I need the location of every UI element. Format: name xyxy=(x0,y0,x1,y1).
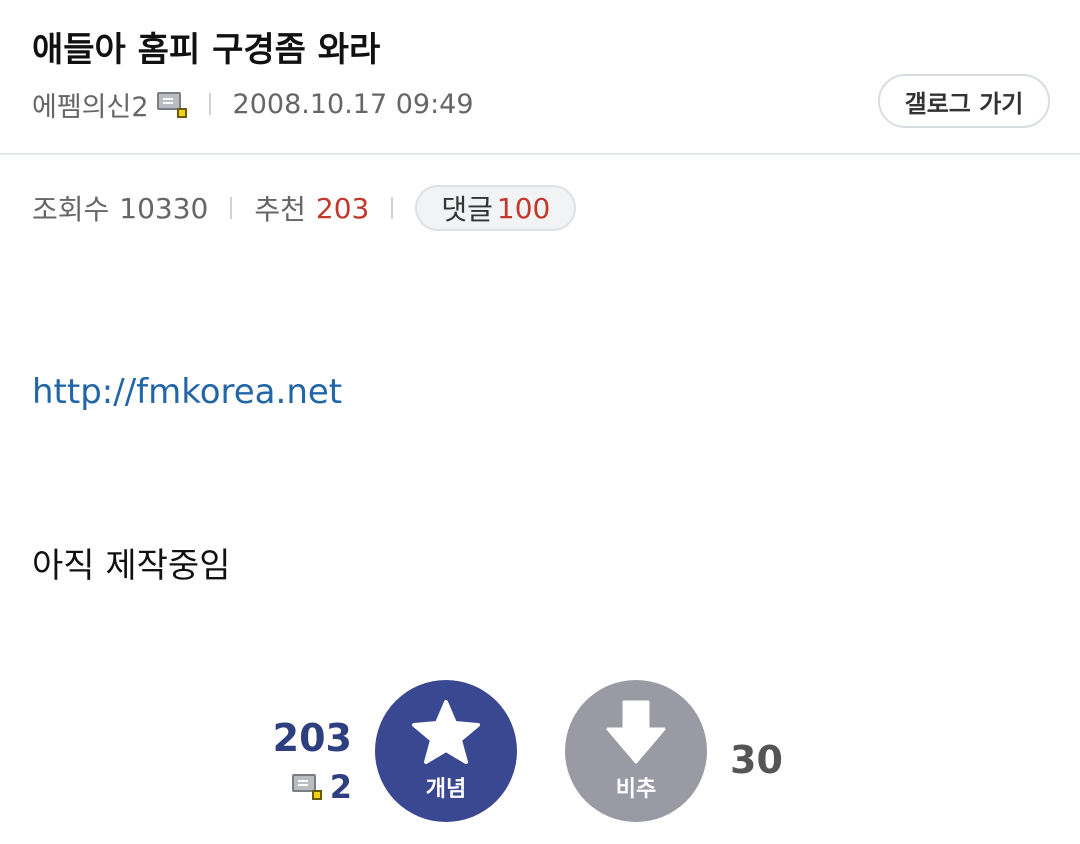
content-text: 아직 제작중임 xyxy=(32,546,231,586)
post-header: 애들아 홈피 구경좀 와라 에펨의신2 2008.10.17 09:49 갤로그… xyxy=(0,0,1080,155)
level-icon xyxy=(156,92,187,118)
recommend-count: 203 xyxy=(315,191,370,225)
star-icon xyxy=(412,700,480,764)
level-icon xyxy=(291,774,322,800)
views-label: 조회수 xyxy=(32,193,110,226)
arrow-down-icon xyxy=(606,700,666,764)
views-count: 10330 xyxy=(119,191,209,225)
upvote-button[interactable]: 개념 xyxy=(375,680,517,822)
upvote-count: 203 xyxy=(272,716,352,760)
stats-row: 조회수 10330 추천 203 댓글 100 xyxy=(32,184,577,232)
downvote-label: 비추 xyxy=(615,777,657,802)
content-link[interactable]: http://fmkorea.net xyxy=(32,372,342,412)
downvote-button[interactable]: 비추 xyxy=(565,680,707,822)
comments-button[interactable]: 댓글 100 xyxy=(415,185,577,231)
recommend-label: 추천 xyxy=(254,193,306,226)
upvote-level-count: 2 xyxy=(329,768,352,806)
divider xyxy=(208,93,211,115)
upvote-level: 2 xyxy=(250,768,352,806)
divider xyxy=(391,197,394,219)
vote-area: 203 2 개념 비추 30 xyxy=(0,680,1080,830)
downvote-count: 30 xyxy=(730,738,783,782)
post-title: 애들아 홈피 구경좀 와라 xyxy=(32,30,381,70)
author-name[interactable]: 에펨의신2 xyxy=(32,85,149,124)
upvote-label: 개념 xyxy=(425,777,467,802)
comments-count: 100 xyxy=(496,191,551,225)
comments-label: 댓글 xyxy=(441,193,493,226)
gallery-button[interactable]: 갤로그 가기 xyxy=(878,74,1050,128)
divider xyxy=(230,197,233,219)
post-date: 2008.10.17 09:49 xyxy=(232,88,474,120)
post-meta: 에펨의신2 2008.10.17 09:49 xyxy=(32,85,474,124)
